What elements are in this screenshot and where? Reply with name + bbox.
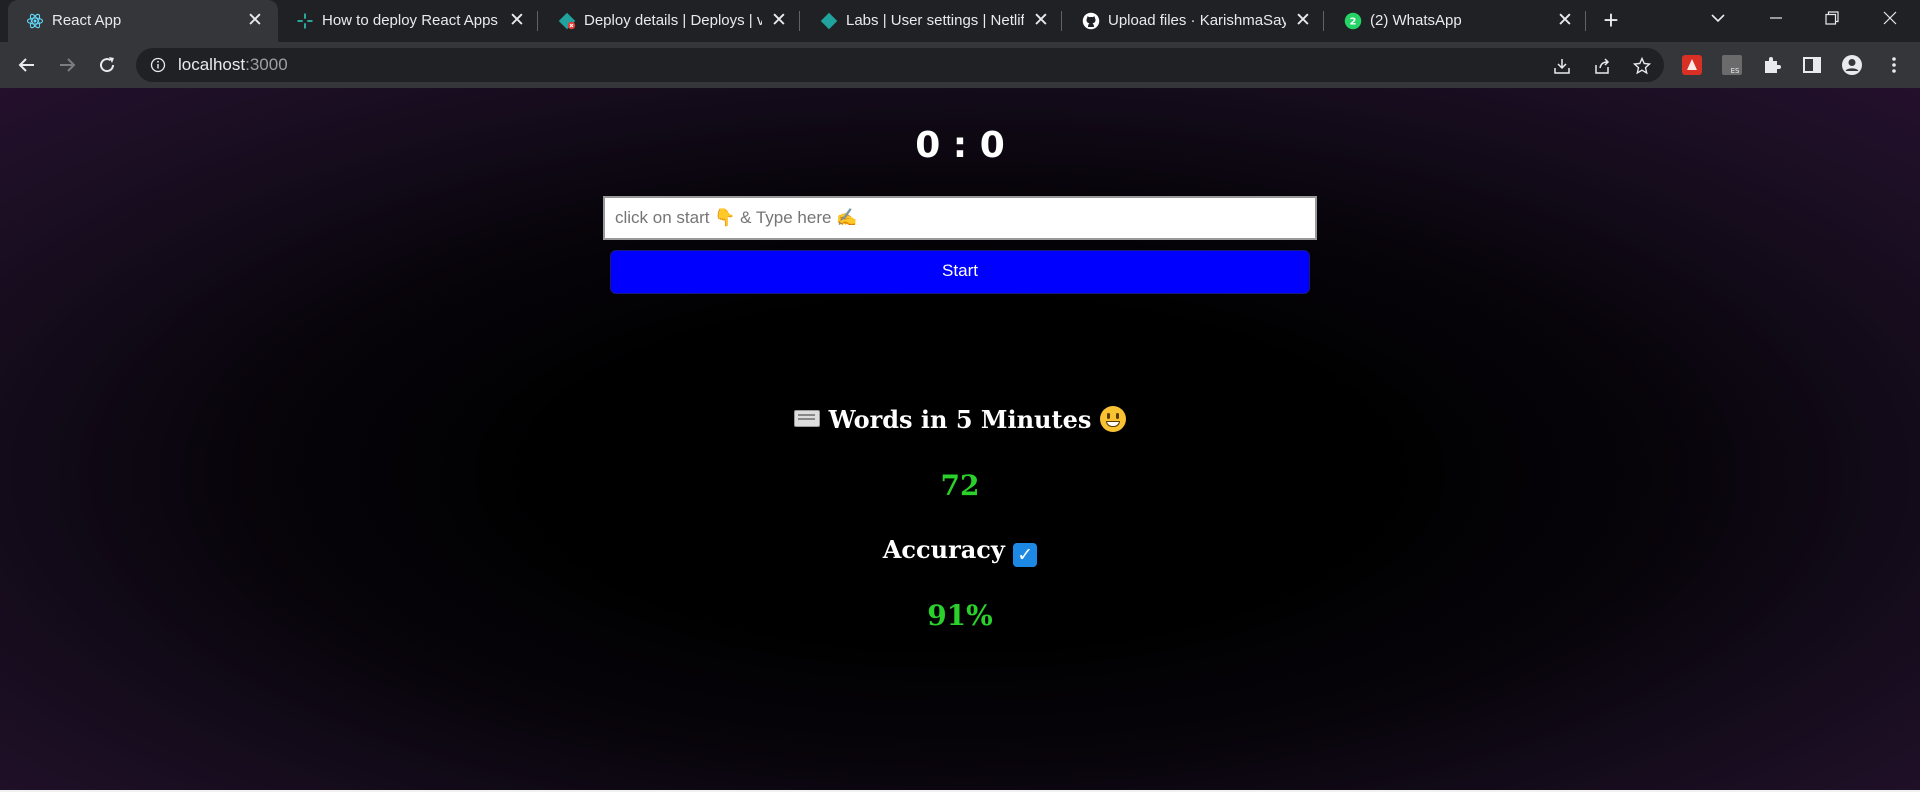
site-info-icon[interactable] bbox=[150, 57, 166, 73]
close-tab-icon[interactable]: ✕ bbox=[244, 10, 266, 32]
typing-input[interactable] bbox=[603, 196, 1317, 240]
react-icon bbox=[26, 12, 44, 30]
tab-react-app[interactable]: React App ✕ bbox=[8, 0, 278, 42]
svg-text:ES: ES bbox=[1731, 67, 1740, 75]
netlify-error-icon bbox=[558, 12, 576, 30]
back-arrow-icon[interactable] bbox=[12, 50, 42, 80]
netlify-icon bbox=[820, 12, 838, 30]
address-bar[interactable]: localhost:3000 bbox=[136, 48, 1664, 82]
tab-deploy-react[interactable]: How to deploy React Apps ✕ bbox=[278, 0, 540, 42]
close-tab-icon[interactable]: ✕ bbox=[506, 10, 528, 32]
extensions-puzzle-icon[interactable] bbox=[1760, 53, 1784, 77]
accuracy-label: Accuracy bbox=[882, 535, 1005, 564]
restore-icon[interactable] bbox=[1804, 0, 1860, 36]
tab-strip: React App ✕ How to deploy React Apps ✕ D… bbox=[0, 0, 1920, 42]
words-heading: Words in 5 Minutes bbox=[0, 404, 1920, 436]
words-label: Words in 5 Minutes bbox=[828, 405, 1092, 434]
close-tab-icon[interactable]: ✕ bbox=[1030, 10, 1052, 32]
extension-red-icon[interactable] bbox=[1680, 53, 1704, 77]
profile-avatar-icon[interactable] bbox=[1840, 53, 1864, 77]
whatsapp-badge: 2 bbox=[1350, 16, 1357, 27]
accuracy-heading: Accuracy ✓ bbox=[0, 534, 1920, 567]
tab-whatsapp[interactable]: 2 (2) WhatsApp ✕ bbox=[1326, 0, 1588, 42]
words-value: 72 bbox=[940, 469, 980, 502]
check-mark-icon: ✓ bbox=[1013, 543, 1038, 567]
share-icon[interactable] bbox=[1592, 56, 1612, 76]
forward-arrow-icon[interactable] bbox=[52, 50, 82, 80]
new-tab-button[interactable]: + bbox=[1598, 7, 1624, 34]
keyboard-icon bbox=[794, 410, 821, 427]
bookmark-star-icon[interactable] bbox=[1632, 56, 1652, 76]
tab-github-upload[interactable]: Upload files · KarishmaSayy ✕ bbox=[1064, 0, 1326, 42]
reload-icon[interactable] bbox=[92, 50, 122, 80]
start-button[interactable]: Start bbox=[610, 250, 1310, 294]
tab-deploy-details[interactable]: Deploy details | Deploys | v ✕ bbox=[540, 0, 802, 42]
close-tab-icon[interactable]: ✕ bbox=[1554, 10, 1576, 32]
close-tab-icon[interactable]: ✕ bbox=[1292, 10, 1314, 32]
grinning-face-icon bbox=[1099, 406, 1126, 432]
close-window-icon[interactable] bbox=[1862, 0, 1918, 36]
tab-search-icon[interactable] bbox=[1690, 0, 1746, 36]
tab-separator bbox=[537, 11, 538, 31]
tab-title: React App bbox=[52, 12, 122, 29]
github-icon bbox=[1082, 12, 1100, 30]
address-url: localhost:3000 bbox=[178, 56, 288, 74]
extension-es-icon[interactable]: ES bbox=[1720, 53, 1744, 77]
minimize-icon[interactable] bbox=[1748, 0, 1804, 36]
accuracy-value: 91% bbox=[927, 599, 993, 632]
tab-separator bbox=[1585, 11, 1586, 31]
tab-title: Labs | User settings | Netlify bbox=[846, 12, 1024, 29]
close-tab-icon[interactable]: ✕ bbox=[768, 10, 790, 32]
tab-separator bbox=[1061, 11, 1062, 31]
install-app-icon[interactable] bbox=[1552, 56, 1572, 76]
tab-title: How to deploy React Apps bbox=[322, 12, 498, 29]
browser-menu-icon[interactable] bbox=[1882, 53, 1906, 77]
browser-toolbar: localhost:3000 ES bbox=[0, 42, 1920, 88]
address-host: localhost bbox=[178, 55, 246, 74]
tab-title: (2) WhatsApp bbox=[1370, 12, 1462, 29]
whatsapp-icon: 2 bbox=[1344, 12, 1362, 30]
tab-netlify-labs[interactable]: Labs | User settings | Netlify ✕ bbox=[802, 0, 1064, 42]
tab-separator bbox=[1323, 11, 1324, 31]
side-panel-icon[interactable] bbox=[1800, 53, 1824, 77]
tab-title: Deploy details | Deploys | v bbox=[584, 12, 762, 29]
tab-separator bbox=[799, 11, 800, 31]
timer-display: 0 : 0 bbox=[915, 125, 1005, 166]
dev-icon bbox=[296, 12, 314, 30]
app-page: 0 : 0 Start Words in 5 Minutes 72 Accura… bbox=[0, 88, 1920, 790]
tab-title: Upload files · KarishmaSayy bbox=[1108, 12, 1286, 29]
address-port: :3000 bbox=[245, 55, 288, 74]
